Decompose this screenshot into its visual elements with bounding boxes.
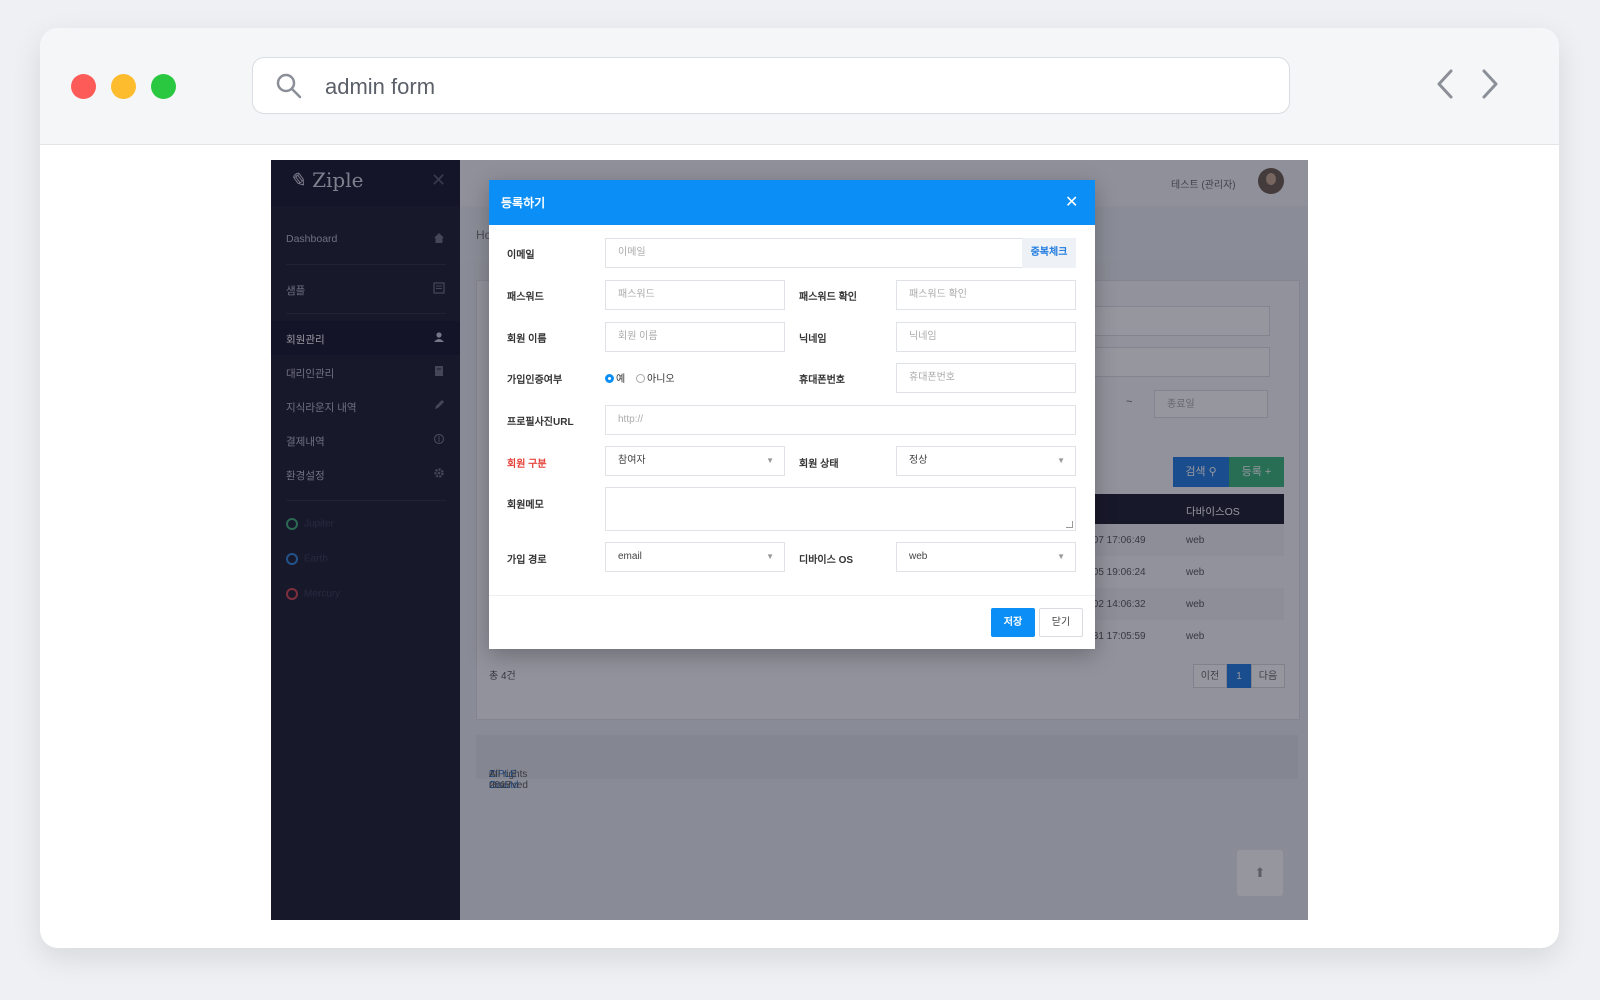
member-type-select[interactable]: 참여자 ▼ — [605, 446, 785, 476]
minimize-window-button[interactable] — [111, 74, 136, 99]
email-label: 이메일 — [507, 250, 535, 261]
nickname-label: 닉네임 — [799, 334, 827, 345]
phone-label: 휴대폰번호 — [799, 375, 845, 386]
verified-yes-radio[interactable]: 예 — [605, 370, 625, 385]
register-modal: 등록하기 ✕ 이메일 이메일 중복체크 패스워드 패스워드 패스워드 확인 패스… — [489, 180, 1095, 649]
verification-label: 가입인증여부 — [507, 375, 563, 386]
nickname-field[interactable]: 닉네임 — [896, 322, 1076, 352]
signup-route-label: 가입 경로 — [507, 555, 547, 566]
duplicate-check-button[interactable]: 중복체크 — [1022, 238, 1076, 268]
forward-arrow-icon[interactable] — [1480, 68, 1500, 105]
admin-app: ✎ Ziple ✕ Dashboard 샘플 회원관리 대리인관리 지식라운지 … — [271, 160, 1308, 920]
member-status-select[interactable]: 정상 ▼ — [896, 446, 1076, 476]
save-button[interactable]: 저장 — [991, 608, 1035, 637]
phone-field[interactable]: 휴대폰번호 — [896, 363, 1076, 393]
device-os-label: 디바이스 OS — [799, 555, 854, 566]
close-button[interactable]: 닫기 — [1039, 608, 1083, 637]
profile-url-label: 프로필사진URL — [507, 417, 574, 428]
resize-handle-icon[interactable] — [1066, 521, 1073, 528]
chevron-down-icon: ▼ — [766, 552, 774, 561]
maximize-window-button[interactable] — [151, 74, 176, 99]
profile-url-field[interactable]: http:// — [605, 405, 1076, 435]
close-window-button[interactable] — [71, 74, 96, 99]
chevron-down-icon: ▼ — [766, 456, 774, 465]
member-name-field[interactable]: 회원 이름 — [605, 322, 785, 352]
email-field[interactable]: 이메일 — [605, 238, 1023, 268]
close-icon[interactable]: ✕ — [1065, 192, 1078, 212]
chevron-down-icon: ▼ — [1057, 552, 1065, 561]
modal-title: 등록하기 — [501, 196, 546, 210]
address-input[interactable] — [323, 68, 1227, 106]
member-name-label: 회원 이름 — [507, 334, 547, 345]
device-os-select[interactable]: web ▼ — [896, 542, 1076, 572]
member-status-label: 회원 상태 — [799, 459, 839, 470]
memo-label: 회원메모 — [507, 500, 544, 511]
memo-textarea[interactable] — [605, 487, 1076, 531]
password-label: 패스워드 — [507, 292, 544, 303]
password-confirm-field[interactable]: 패스워드 확인 — [896, 280, 1076, 310]
address-bar[interactable] — [252, 57, 1290, 114]
member-type-label: 회원 구분 — [507, 459, 547, 470]
verified-no-radio[interactable]: 아니오 — [636, 370, 675, 385]
browser-toolbar — [40, 28, 1559, 145]
browser-window: ✎ Ziple ✕ Dashboard 샘플 회원관리 대리인관리 — [40, 28, 1559, 948]
password-field[interactable]: 패스워드 — [605, 280, 785, 310]
back-arrow-icon[interactable] — [1435, 68, 1455, 105]
chevron-down-icon: ▼ — [1057, 456, 1065, 465]
signup-route-select[interactable]: email ▼ — [605, 542, 785, 572]
search-icon — [275, 72, 303, 105]
password-confirm-label: 패스워드 확인 — [799, 292, 857, 303]
